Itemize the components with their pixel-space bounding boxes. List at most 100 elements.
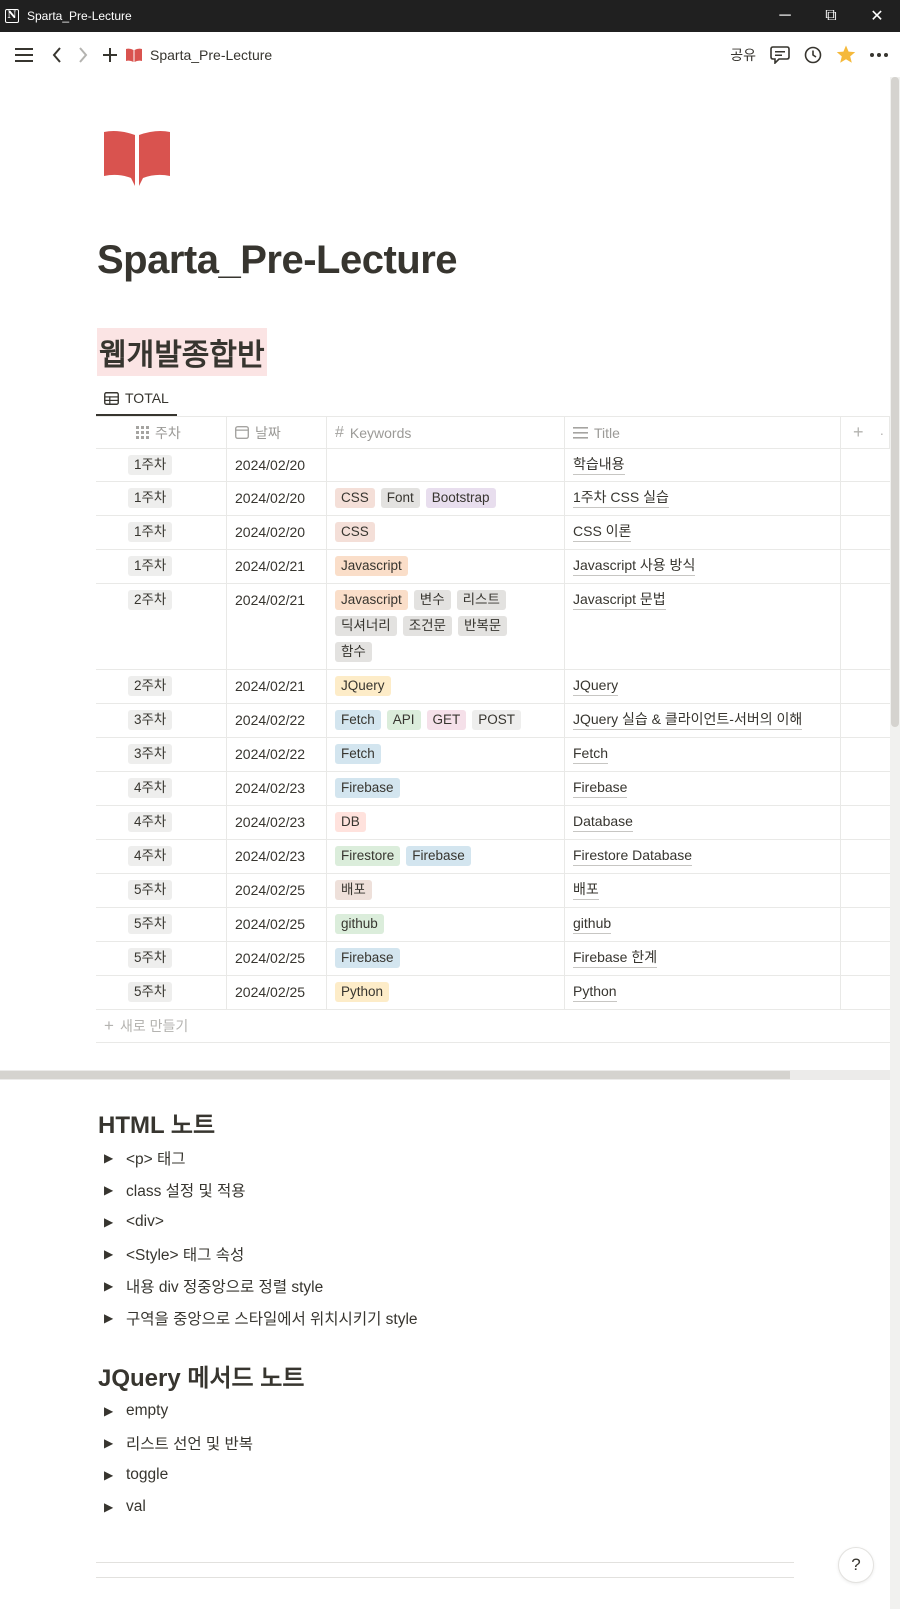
minimize-button[interactable]: ─	[762, 0, 808, 32]
table-row[interactable]: 5주차 2024/02/25 Firebase Firebase 한계	[96, 942, 890, 976]
title-cell[interactable]: 학습내용	[565, 449, 841, 481]
keywords-cell[interactable]: Firebase	[327, 942, 565, 975]
table-row[interactable]: 1주차 2024/02/20 CSS Font Bootstrap 1주차 CSS 실습	[96, 482, 890, 516]
help-button[interactable]: ?	[838, 1547, 874, 1583]
keywords-cell[interactable]: Fetch API GET POST	[327, 704, 565, 737]
date-cell[interactable]: 2024/02/22	[227, 738, 327, 771]
row-title-link[interactable]: Javascript 문법	[573, 590, 666, 610]
page-title[interactable]: Sparta_Pre-Lecture	[97, 238, 458, 283]
title-cell[interactable]: Firebase 한계	[565, 942, 841, 975]
row-title-link[interactable]: github	[573, 914, 612, 934]
table-row[interactable]: 3주차 2024/02/22 Fetch API GET POST JQuery 실습 & …	[96, 704, 890, 738]
week-cell[interactable]: 1주차	[96, 550, 227, 583]
date-cell[interactable]: 2024/02/25	[227, 908, 327, 941]
view-tab-total[interactable]: TOTAL	[96, 382, 177, 416]
row-title-link[interactable]: 1주차 CSS 실습	[573, 488, 669, 508]
toggle-triangle-icon[interactable]: ▶	[104, 1183, 126, 1197]
new-page-plus-icon[interactable]	[102, 47, 118, 62]
date-cell[interactable]: 2024/02/25	[227, 874, 327, 907]
restore-button[interactable]: ⧉	[808, 0, 854, 32]
column-header-keywords[interactable]: # Keywords	[327, 417, 565, 448]
more-options-icon[interactable]	[870, 52, 888, 57]
column-header-title[interactable]: Title	[565, 417, 841, 448]
row-title-link[interactable]: Database	[573, 812, 633, 832]
toggle-triangle-icon[interactable]: ▶	[104, 1215, 126, 1229]
title-cell[interactable]: Firestore Database	[565, 840, 841, 873]
title-cell[interactable]: Javascript 사용 방식	[565, 550, 841, 583]
row-title-link[interactable]: Python	[573, 982, 617, 1002]
table-row[interactable]: 1주차 2024/02/21 Javascript Javascript 사용 방식	[96, 550, 890, 584]
week-cell[interactable]: 5주차	[96, 942, 227, 975]
title-cell[interactable]: 배포	[565, 874, 841, 907]
week-cell[interactable]: 5주차	[96, 976, 227, 1009]
row-title-link[interactable]: CSS 이론	[573, 522, 632, 542]
comment-icon[interactable]	[770, 45, 790, 64]
title-cell[interactable]: CSS 이론	[565, 516, 841, 549]
title-cell[interactable]: Firebase	[565, 772, 841, 805]
row-title-link[interactable]: 배포	[573, 880, 599, 900]
toggle-block[interactable]: ▶ <Style> 태그 속성	[104, 1238, 418, 1270]
keywords-cell[interactable]: Fetch	[327, 738, 565, 771]
toggle-block[interactable]: ▶ <div>	[104, 1206, 418, 1238]
toggle-triangle-icon[interactable]: ▶	[104, 1247, 126, 1261]
date-cell[interactable]: 2024/02/21	[227, 584, 327, 669]
table-row[interactable]: 5주차 2024/02/25 github github	[96, 908, 890, 942]
favorite-star-icon[interactable]	[836, 45, 856, 64]
title-cell[interactable]: Database	[565, 806, 841, 839]
more-columns-icon[interactable]: ·	[880, 425, 885, 441]
keywords-cell[interactable]: DB	[327, 806, 565, 839]
title-cell[interactable]: JQuery	[565, 670, 841, 703]
week-cell[interactable]: 4주차	[96, 772, 227, 805]
vertical-scrollbar-thumb[interactable]	[891, 77, 899, 727]
table-row[interactable]: 3주차 2024/02/22 Fetch Fetch	[96, 738, 890, 772]
date-cell[interactable]: 2024/02/22	[227, 704, 327, 737]
keywords-cell[interactable]: Javascript 변수 리스트딕셔너리 조건문 반복문함수	[327, 584, 565, 669]
toggle-block[interactable]: ▶ <p> 태그	[104, 1142, 418, 1174]
toggle-triangle-icon[interactable]: ▶	[104, 1468, 126, 1482]
row-title-link[interactable]: 학습내용	[573, 455, 625, 475]
week-cell[interactable]: 2주차	[96, 670, 227, 703]
keywords-cell[interactable]: JQuery	[327, 670, 565, 703]
week-cell[interactable]: 4주차	[96, 840, 227, 873]
toggle-triangle-icon[interactable]: ▶	[104, 1404, 126, 1418]
keywords-cell[interactable]: github	[327, 908, 565, 941]
html-notes-heading[interactable]: HTML 노트	[98, 1105, 215, 1140]
table-row[interactable]: 1주차 2024/02/20 학습내용	[96, 449, 890, 482]
title-cell[interactable]: JQuery 실습 & 클라이언트-서버의 이해	[565, 704, 841, 737]
table-row[interactable]: 4주차 2024/02/23 Firestore Firebase Firestore …	[96, 840, 890, 874]
toggle-triangle-icon[interactable]: ▶	[104, 1151, 126, 1165]
row-title-link[interactable]: JQuery 실습 & 클라이언트-서버의 이해	[573, 710, 803, 730]
date-cell[interactable]: 2024/02/25	[227, 976, 327, 1009]
date-cell[interactable]: 2024/02/23	[227, 840, 327, 873]
week-cell[interactable]: 5주차	[96, 874, 227, 907]
title-cell[interactable]: Fetch	[565, 738, 841, 771]
keywords-cell[interactable]: Firestore Firebase	[327, 840, 565, 873]
share-button[interactable]: 공유	[730, 45, 756, 65]
toggle-triangle-icon[interactable]: ▶	[104, 1436, 126, 1450]
sidebar-menu-icon[interactable]	[14, 47, 34, 62]
row-title-link[interactable]: Javascript 사용 방식	[573, 556, 696, 576]
page-book-icon[interactable]	[104, 130, 170, 191]
forward-arrow-icon[interactable]	[76, 46, 90, 63]
toggle-triangle-icon[interactable]: ▶	[104, 1500, 126, 1514]
back-arrow-icon[interactable]	[50, 46, 64, 63]
table-row[interactable]: 2주차 2024/02/21 Javascript 변수 리스트딕셔너리 조건문 반복문함수…	[96, 584, 890, 670]
toggle-block[interactable]: ▶ 리스트 선언 및 반복	[104, 1427, 253, 1459]
week-cell[interactable]: 2주차	[96, 584, 227, 669]
week-cell[interactable]: 1주차	[96, 516, 227, 549]
horizontal-scrollbar-thumb[interactable]	[0, 1071, 790, 1079]
date-cell[interactable]: 2024/02/23	[227, 772, 327, 805]
keywords-cell[interactable]: CSS Font Bootstrap	[327, 482, 565, 515]
keywords-cell[interactable]: Firebase	[327, 772, 565, 805]
table-row[interactable]: 4주차 2024/02/23 Firebase Firebase	[96, 772, 890, 806]
table-row[interactable]: 2주차 2024/02/21 JQuery JQuery	[96, 670, 890, 704]
jquery-notes-heading[interactable]: JQuery 메서드 노트	[98, 1358, 304, 1393]
new-row-button[interactable]: + 새로 만들기	[96, 1010, 890, 1043]
row-title-link[interactable]: Fetch	[573, 744, 609, 764]
row-title-link[interactable]: Firebase 한계	[573, 948, 658, 968]
keywords-cell[interactable]: Python	[327, 976, 565, 1009]
row-title-link[interactable]: JQuery	[573, 676, 619, 696]
keywords-cell[interactable]	[327, 449, 565, 481]
table-row[interactable]: 1주차 2024/02/20 CSS CSS 이론	[96, 516, 890, 550]
week-cell[interactable]: 5주차	[96, 908, 227, 941]
